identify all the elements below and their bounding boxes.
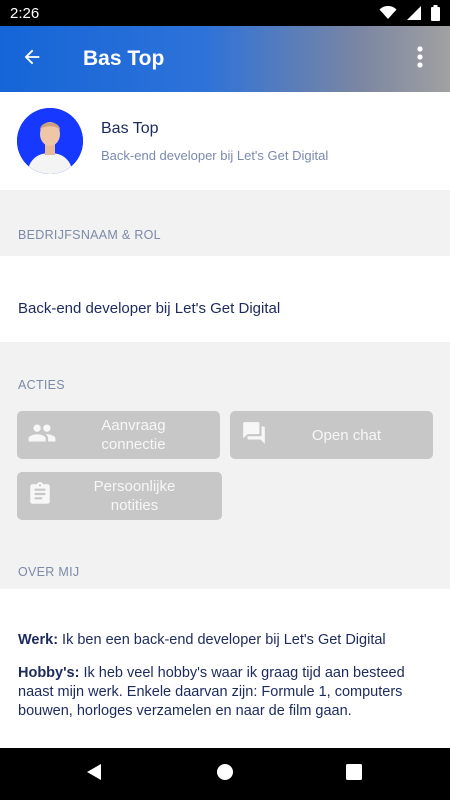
profile-role: Back-end developer bij Let's Get Digital [101, 147, 329, 163]
status-time: 2:26 [10, 4, 40, 22]
personal-notes-button[interactable]: Persoonlijke notities [17, 472, 222, 520]
profile-name: Bas Top [101, 119, 159, 137]
status-bar: 2:26 [0, 0, 450, 26]
nav-home-button[interactable] [195, 748, 255, 800]
battery-icon [431, 5, 440, 21]
square-recents-icon [346, 763, 362, 785]
chat-icon [240, 420, 268, 450]
people-icon [27, 422, 57, 448]
actions-section-header: ACTIES [0, 342, 450, 402]
cell-signal-icon [407, 6, 421, 20]
request-connection-label-line1: Aanvraag [101, 417, 166, 434]
triangle-back-icon [85, 763, 103, 786]
navigation-bar [0, 748, 450, 800]
more-options-button[interactable] [406, 37, 434, 81]
wifi-icon [379, 6, 397, 20]
back-button[interactable] [10, 37, 54, 81]
request-connection-label-line2: connectie [101, 436, 166, 453]
open-chat-button[interactable]: Open chat [230, 411, 433, 459]
page-title: Bas Top [83, 47, 165, 70]
circle-home-icon [216, 763, 234, 786]
request-connection-button[interactable]: Aanvraag connectie [17, 411, 220, 459]
clipboard-icon [27, 480, 53, 512]
about-section-header: OVER MIJ [0, 527, 450, 589]
work-paragraph: Werk: Ik ben een back-end developer bij … [18, 631, 432, 650]
work-label: Werk: [18, 632, 59, 648]
company-section: Back-end developer bij Let's Get Digital [0, 256, 450, 342]
personal-notes-label-line1: Persoonlijke [93, 478, 176, 495]
avatar [17, 108, 83, 174]
app-bar: Bas Top [0, 26, 450, 92]
profile-card: Bas Top Back-end developer bij Let's Get… [0, 92, 450, 190]
hobby-paragraph: Hobby's: Ik heb veel hobby's waar ik gra… [18, 664, 432, 721]
nav-recents-button[interactable] [324, 748, 384, 800]
work-text: Ik ben een back-end developer bij Let's … [58, 632, 386, 648]
company-section-header: BEDRIJFSNAAM & ROL [0, 190, 450, 252]
arrow-back-icon [21, 46, 43, 73]
more-vert-icon [417, 45, 423, 73]
about-section: Werk: Ik ben een back-end developer bij … [0, 589, 450, 748]
company-role-text: Back-end developer bij Let's Get Digital [18, 300, 281, 317]
hobby-label: Hobby's: [18, 665, 80, 681]
personal-notes-label-line2: notities [110, 497, 159, 514]
nav-back-button[interactable] [64, 748, 124, 800]
